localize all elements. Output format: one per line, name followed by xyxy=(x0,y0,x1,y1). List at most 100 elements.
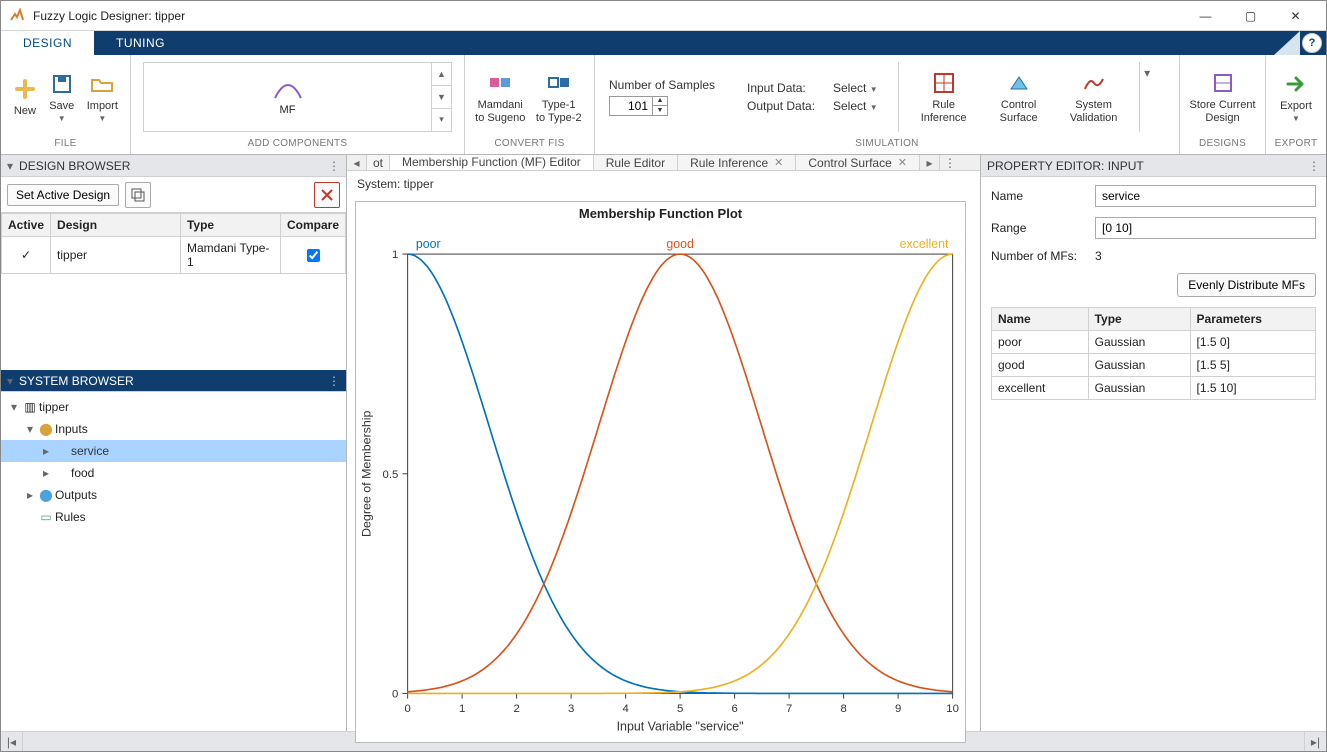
close-icon[interactable]: ✕ xyxy=(898,156,907,169)
tree-node-inputs[interactable]: ▾⬤Inputs xyxy=(1,418,346,440)
group-label-add: ADD COMPONENTS xyxy=(131,138,464,154)
mf-gallery-item[interactable]: MF xyxy=(144,78,431,116)
scroll-left-button[interactable]: |◂ xyxy=(1,732,23,751)
tree-node-input-food[interactable]: ▸food xyxy=(1,462,346,484)
ribbon: New Save ▼ Import ▼ FILE xyxy=(1,55,1326,155)
minimize-button[interactable]: ― xyxy=(1183,2,1228,30)
svg-text:0: 0 xyxy=(392,689,398,701)
svg-text:9: 9 xyxy=(895,703,901,715)
svg-text:4: 4 xyxy=(622,703,628,715)
num-samples-input[interactable] xyxy=(610,99,652,113)
input-data-label: Input Data: xyxy=(747,81,827,95)
store-design-button[interactable]: Store Current Design xyxy=(1186,65,1259,128)
simulation-overflow-button[interactable]: ▾ xyxy=(1139,62,1155,132)
svg-text:poor: poor xyxy=(416,237,441,251)
svg-text:Degree of Membership: Degree of Membership xyxy=(359,410,373,537)
mf-col-name[interactable]: Name xyxy=(992,308,1089,331)
col-design[interactable]: Design xyxy=(51,214,181,237)
delete-design-button[interactable] xyxy=(314,182,340,208)
tree-node-outputs[interactable]: ▸⬤Outputs xyxy=(1,484,346,506)
mf-col-params[interactable]: Parameters xyxy=(1190,308,1315,331)
table-row[interactable]: goodGaussian[1.5 5] xyxy=(992,354,1316,377)
save-button[interactable]: Save ▼ xyxy=(43,66,81,127)
panel-menu-icon[interactable]: ⋮ xyxy=(1308,159,1320,173)
prop-range-input[interactable] xyxy=(1095,217,1316,239)
type-cell: Mamdani Type-1 xyxy=(180,237,280,274)
svg-text:0: 0 xyxy=(404,703,410,715)
doc-tab-rule-editor[interactable]: Rule Editor xyxy=(594,155,678,170)
gallery-expand-icon[interactable]: ▾ xyxy=(432,109,451,131)
chevron-down-icon: ▼ xyxy=(1292,114,1300,123)
delete-icon xyxy=(320,188,334,202)
ribbon-tabstrip: DESIGN TUNING ? xyxy=(1,31,1326,55)
system-validation-button[interactable]: System Validation xyxy=(1061,65,1127,128)
compare-checkbox[interactable] xyxy=(307,249,320,262)
spinner-down-icon[interactable]: ▼ xyxy=(653,106,667,115)
output-data-select[interactable]: Select ▼ xyxy=(833,99,878,113)
system-browser-header[interactable]: ▾ SYSTEM BROWSER ⋮ xyxy=(1,370,346,392)
doc-tab-mf-editor[interactable]: Membership Function (MF) Editor xyxy=(390,155,594,170)
mamdani-to-sugeno-button[interactable]: Mamdani to Sugeno xyxy=(471,65,530,128)
gallery-down-icon[interactable]: ▼ xyxy=(432,86,451,109)
col-type[interactable]: Type xyxy=(180,214,280,237)
prop-name-input[interactable] xyxy=(1095,185,1316,207)
doc-tab-rule-inference[interactable]: Rule Inference✕ xyxy=(678,155,796,170)
control-surface-button[interactable]: Control Surface xyxy=(989,65,1049,128)
import-button[interactable]: Import ▼ xyxy=(81,66,124,127)
panel-menu-icon[interactable]: ⋮ xyxy=(328,374,340,388)
app-window: Fuzzy Logic Designer: tipper ― ▢ ✕ DESIG… xyxy=(0,0,1327,752)
svg-text:6: 6 xyxy=(731,703,737,715)
close-icon[interactable]: ✕ xyxy=(774,156,783,169)
spinner-up-icon[interactable]: ▲ xyxy=(653,97,667,107)
col-active[interactable]: Active xyxy=(2,214,51,237)
table-row[interactable]: poorGaussian[1.5 0] xyxy=(992,331,1316,354)
mf-plot[interactable]: Membership Function Plot 01234567891000.… xyxy=(355,201,966,743)
panel-menu-icon[interactable]: ⋮ xyxy=(328,159,340,173)
help-button[interactable]: ? xyxy=(1302,33,1322,53)
maximize-button[interactable]: ▢ xyxy=(1228,2,1273,30)
design-browser-header[interactable]: ▾ DESIGN BROWSER ⋮ xyxy=(1,155,346,177)
new-button[interactable]: New xyxy=(7,71,43,122)
tree-node-rules[interactable]: ▭Rules xyxy=(1,506,346,528)
set-active-design-button[interactable]: Set Active Design xyxy=(7,184,119,206)
scroll-right-button[interactable]: ▸| xyxy=(1304,732,1326,751)
group-label-designs: DESIGNS xyxy=(1180,138,1265,154)
tab-design[interactable]: DESIGN xyxy=(1,31,94,55)
control-surface-icon xyxy=(1005,69,1033,97)
mf-col-type[interactable]: Type xyxy=(1088,308,1190,331)
system-validation-icon xyxy=(1080,69,1108,97)
tree-node-input-service[interactable]: ▸service xyxy=(1,440,346,462)
svg-text:7: 7 xyxy=(786,703,792,715)
svg-text:0.5: 0.5 xyxy=(383,469,399,481)
property-editor-header[interactable]: PROPERTY EDITOR: INPUT ⋮ xyxy=(981,155,1326,177)
group-label-file: FILE xyxy=(1,138,130,154)
type1-to-type2-button[interactable]: Type-1 to Type-2 xyxy=(530,65,589,128)
export-icon xyxy=(1282,70,1310,98)
doc-tab-control-surface[interactable]: Control Surface✕ xyxy=(796,155,920,170)
tabs-scroll-left[interactable]: ◂ xyxy=(347,155,367,170)
tab-tuning[interactable]: TUNING xyxy=(94,31,187,55)
table-row[interactable]: ✓ tipper Mamdani Type-1 xyxy=(2,237,346,274)
num-samples-label: Number of Samples xyxy=(609,78,719,92)
close-button[interactable]: ✕ xyxy=(1273,2,1318,30)
rule-inference-button[interactable]: Rule Inference xyxy=(911,65,977,128)
export-button[interactable]: Export ▼ xyxy=(1272,66,1320,127)
doc-tab-partial[interactable]: ot xyxy=(367,155,390,170)
group-label-simulation: SIMULATION xyxy=(595,138,1179,154)
copy-design-button[interactable] xyxy=(125,182,151,208)
col-compare[interactable]: Compare xyxy=(280,214,345,237)
chevron-down-icon: ▼ xyxy=(58,114,66,123)
num-samples-spinner[interactable]: ▲▼ xyxy=(609,96,668,116)
tree-node-root[interactable]: ▾▥tipper xyxy=(1,396,346,418)
tabs-scroll-right[interactable]: ▸ xyxy=(920,155,940,170)
input-data-select[interactable]: Select ▼ xyxy=(833,81,878,95)
evenly-distribute-button[interactable]: Evenly Distribute MFs xyxy=(1177,273,1316,297)
svg-text:good: good xyxy=(666,237,694,251)
gallery-up-icon[interactable]: ▲ xyxy=(432,63,451,86)
window-title: Fuzzy Logic Designer: tipper xyxy=(33,9,1183,23)
table-row[interactable]: excellentGaussian[1.5 10] xyxy=(992,377,1316,400)
mf-cell-type: Gaussian xyxy=(1088,377,1190,400)
mf-gallery[interactable]: MF ▲ ▼ ▾ xyxy=(143,62,452,132)
tabs-menu-icon[interactable]: ⋮ xyxy=(940,155,960,170)
ribbon-collapse-wedge[interactable] xyxy=(1274,31,1300,55)
